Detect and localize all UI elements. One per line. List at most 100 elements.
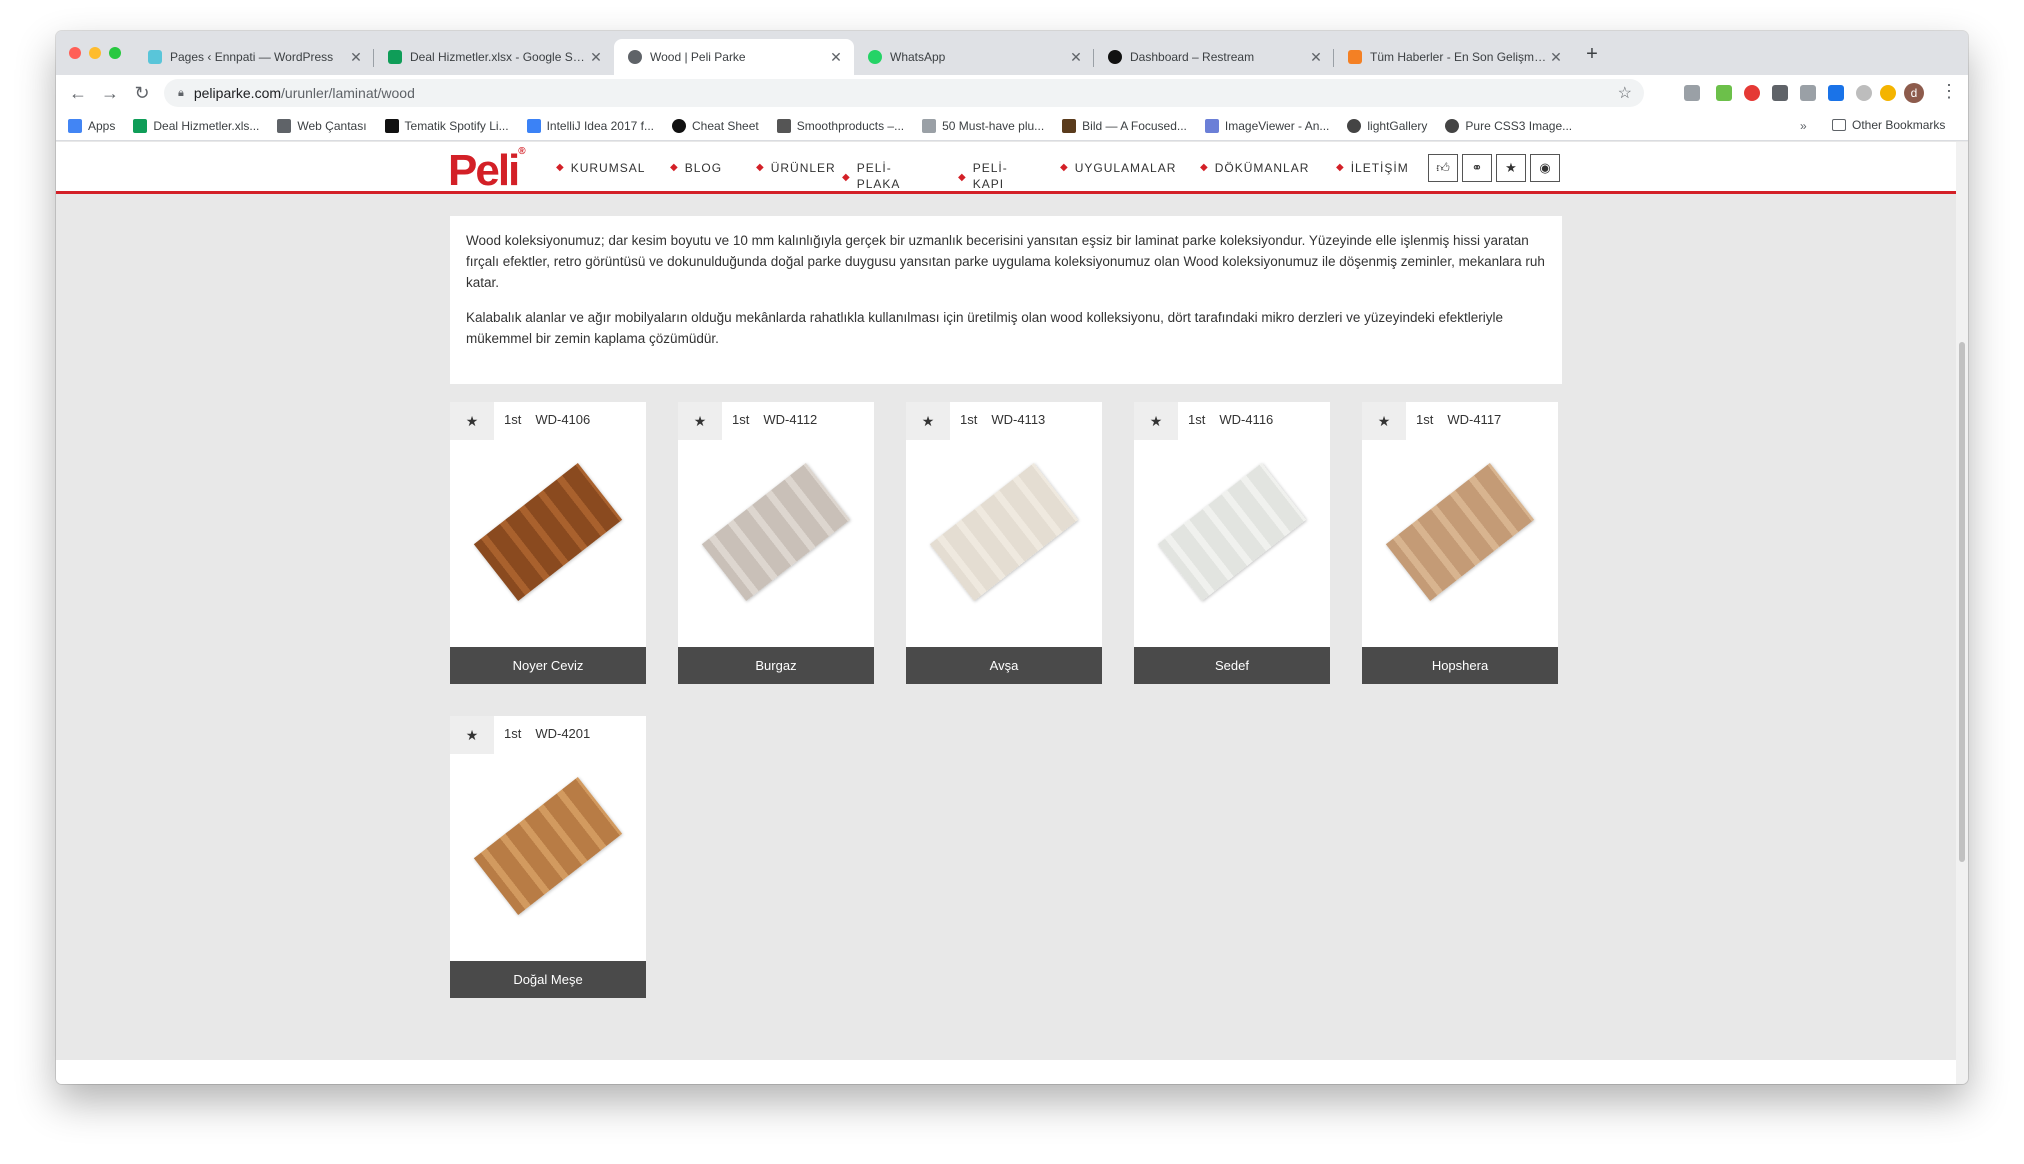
nav-kurumsal[interactable]: ◆ KURUMSAL bbox=[556, 160, 645, 176]
extension-counter-icon[interactable] bbox=[1828, 85, 1844, 101]
favorite-star-button[interactable]: ★ bbox=[906, 402, 950, 440]
extension-globe-icon[interactable] bbox=[1856, 85, 1872, 101]
bookmark-pure-css3[interactable]: Pure CSS3 Image... bbox=[1445, 118, 1572, 133]
forward-arrow-icon[interactable]: → bbox=[98, 81, 122, 105]
bookmark-cheat-sheet[interactable]: Cheat Sheet bbox=[672, 118, 759, 133]
back-arrow-icon[interactable]: ← bbox=[66, 81, 90, 105]
product-name[interactable]: Sedef bbox=[1134, 647, 1330, 684]
product-image[interactable] bbox=[929, 462, 1079, 602]
product-image[interactable] bbox=[1157, 462, 1307, 602]
close-icon[interactable]: ✕ bbox=[1548, 49, 1564, 66]
new-tab-button[interactable]: + bbox=[1580, 43, 1604, 67]
tab-peli-parke[interactable]: Wood | Peli Parke ✕ bbox=[614, 39, 854, 75]
product-name[interactable]: Avşa bbox=[906, 647, 1102, 684]
product-name[interactable]: Noyer Ceviz bbox=[450, 647, 646, 684]
close-icon[interactable]: ✕ bbox=[588, 49, 604, 66]
product-name[interactable]: Hopshera bbox=[1362, 647, 1558, 684]
extension-recycle-icon[interactable] bbox=[1684, 85, 1700, 101]
product-name[interactable]: Burgaz bbox=[678, 647, 874, 684]
bookmark-deal-hizmetler[interactable]: Deal Hizmetler.xls... bbox=[133, 118, 259, 133]
extension-camera-icon[interactable] bbox=[1800, 85, 1816, 101]
handshake-icon[interactable]: ⚭ bbox=[1462, 154, 1492, 182]
nav-peli-kapi[interactable]: ◆ PELİ- KAPI bbox=[958, 160, 1008, 192]
tab-wordpress[interactable]: Pages ‹ Ennpati — WordPress ✕ bbox=[134, 39, 374, 75]
bookmark-tematik-spotify[interactable]: Tematik Spotify Li... bbox=[384, 118, 509, 133]
nav-label: PELİ- bbox=[972, 161, 1008, 175]
minimize-window-button[interactable] bbox=[89, 47, 101, 59]
close-icon[interactable]: ✕ bbox=[348, 49, 364, 66]
nav-peli-plaka[interactable]: ◆ PELİ- PLAKA bbox=[842, 160, 900, 192]
product-card[interactable]: ★ 1st WD-4201 Doğal Meşe bbox=[450, 716, 646, 998]
product-image[interactable] bbox=[701, 462, 851, 602]
bookmark-lightgallery[interactable]: lightGallery bbox=[1347, 118, 1428, 133]
address-bar[interactable]: 🔒︎ peliparke.com/urunler/laminat/wood ☆ bbox=[164, 79, 1644, 107]
tab-title: Dashboard – Restream bbox=[1130, 50, 1255, 64]
bookmark-label: lightGallery bbox=[1367, 118, 1428, 133]
s-logo-icon bbox=[384, 118, 399, 133]
tab-whatsapp[interactable]: WhatsApp ✕ bbox=[854, 39, 1094, 75]
bookmark-imageviewer[interactable]: ImageViewer - An... bbox=[1204, 118, 1329, 133]
bookmark-label: Web Çantası bbox=[297, 118, 367, 133]
nav-label: DÖKÜMANLAR bbox=[1214, 161, 1310, 175]
product-card[interactable]: ★ 1st WD-4112 Burgaz bbox=[678, 402, 874, 684]
globe-icon[interactable]: ◉ bbox=[1530, 154, 1560, 182]
bookmark-smoothproducts[interactable]: Smoothproducts –... bbox=[776, 118, 904, 133]
bild-icon bbox=[1062, 118, 1077, 133]
profile-avatar[interactable]: d bbox=[1904, 83, 1924, 103]
reload-icon[interactable]: ↻ bbox=[130, 81, 154, 105]
peli-logo[interactable]: Peli® bbox=[448, 146, 526, 196]
favorite-star-button[interactable]: ★ bbox=[1362, 402, 1406, 440]
globe-icon bbox=[1347, 118, 1362, 133]
product-quality: 1st bbox=[1188, 412, 1206, 427]
nav-uygulamalar[interactable]: ◆ UYGULAMALAR bbox=[1060, 160, 1176, 176]
restream-favicon-icon bbox=[1108, 50, 1122, 64]
product-image[interactable] bbox=[473, 776, 623, 916]
product-name[interactable]: Doğal Meşe bbox=[450, 961, 646, 998]
bookmark-web-cantasi[interactable]: Web Çantası bbox=[277, 118, 367, 133]
product-meta: 1st WD-4117 bbox=[1416, 412, 1501, 427]
adblock-plus-icon[interactable] bbox=[1744, 85, 1760, 101]
close-window-button[interactable] bbox=[69, 47, 81, 59]
product-quality: 1st bbox=[504, 726, 522, 741]
nav-iletisim[interactable]: ◆ İLETİŞİM bbox=[1336, 160, 1409, 176]
favorite-star-button[interactable]: ★ bbox=[678, 402, 722, 440]
extension-screenshot-icon[interactable] bbox=[1772, 85, 1788, 101]
bookmarks-overflow-chevron-icon[interactable]: » bbox=[1800, 119, 1807, 133]
close-icon[interactable]: ✕ bbox=[1068, 49, 1084, 66]
product-card[interactable]: ★ 1st WD-4116 Sedef bbox=[1134, 402, 1330, 684]
tab-haberler[interactable]: Tüm Haberler - En Son Gelişmeler ✕ bbox=[1334, 39, 1574, 75]
product-card[interactable]: ★ 1st WD-4117 Hopshera bbox=[1362, 402, 1558, 684]
thumbs-up-icon[interactable]: 👍︎ bbox=[1428, 154, 1458, 182]
nav-urunler[interactable]: ◆ ÜRÜNLER bbox=[756, 160, 836, 176]
bookmark-intellij[interactable]: IntelliJ Idea 2017 f... bbox=[526, 118, 654, 133]
page-scrollbar[interactable] bbox=[1956, 142, 1968, 1084]
zoom-window-button[interactable] bbox=[109, 47, 121, 59]
description-paragraph: Wood koleksiyonumuz; dar kesim boyutu ve… bbox=[466, 233, 1545, 290]
nav-blog[interactable]: ◆ BLOG bbox=[670, 160, 722, 176]
star-icon[interactable]: ★ bbox=[1496, 154, 1526, 182]
extension-eyedropper-icon[interactable] bbox=[1716, 85, 1732, 101]
nav-dokumanlar[interactable]: ◆ DÖKÜMANLAR bbox=[1200, 160, 1309, 176]
browser-menu-icon[interactable]: ⋮ bbox=[1940, 81, 1958, 102]
bookmark-must-have-plugins[interactable]: 50 Must-have plu... bbox=[922, 118, 1044, 133]
close-icon[interactable]: ✕ bbox=[828, 49, 844, 66]
bookmark-apps[interactable]: Apps bbox=[68, 118, 115, 133]
tab-restream[interactable]: Dashboard – Restream ✕ bbox=[1094, 39, 1334, 75]
scrollbar-thumb[interactable] bbox=[1959, 342, 1965, 862]
bookmark-label: IntelliJ Idea 2017 f... bbox=[546, 118, 654, 133]
tab-google-sheets[interactable]: Deal Hizmetler.xlsx - Google Sheets ✕ bbox=[374, 39, 614, 75]
bookmark-star-icon[interactable]: ☆ bbox=[1618, 83, 1632, 103]
product-card[interactable]: ★ 1st WD-4113 Avşa bbox=[906, 402, 1102, 684]
close-icon[interactable]: ✕ bbox=[1308, 49, 1324, 66]
feather-icon bbox=[776, 118, 791, 133]
product-image[interactable] bbox=[473, 462, 623, 602]
favorite-star-button[interactable]: ★ bbox=[1134, 402, 1178, 440]
extension-color-icon[interactable] bbox=[1880, 85, 1896, 101]
favorite-star-button[interactable]: ★ bbox=[450, 716, 494, 754]
product-image[interactable] bbox=[1385, 462, 1535, 602]
other-bookmarks-folder[interactable]: Other Bookmarks bbox=[1832, 118, 1945, 132]
favorite-star-button[interactable]: ★ bbox=[450, 402, 494, 440]
browser-toolbar: ← → ↻ 🔒︎ peliparke.com/urunler/laminat/w… bbox=[56, 75, 1968, 111]
product-card[interactable]: ★ 1st WD-4106 Noyer Ceviz bbox=[450, 402, 646, 684]
bookmark-bild[interactable]: Bild — A Focused... bbox=[1062, 118, 1187, 133]
